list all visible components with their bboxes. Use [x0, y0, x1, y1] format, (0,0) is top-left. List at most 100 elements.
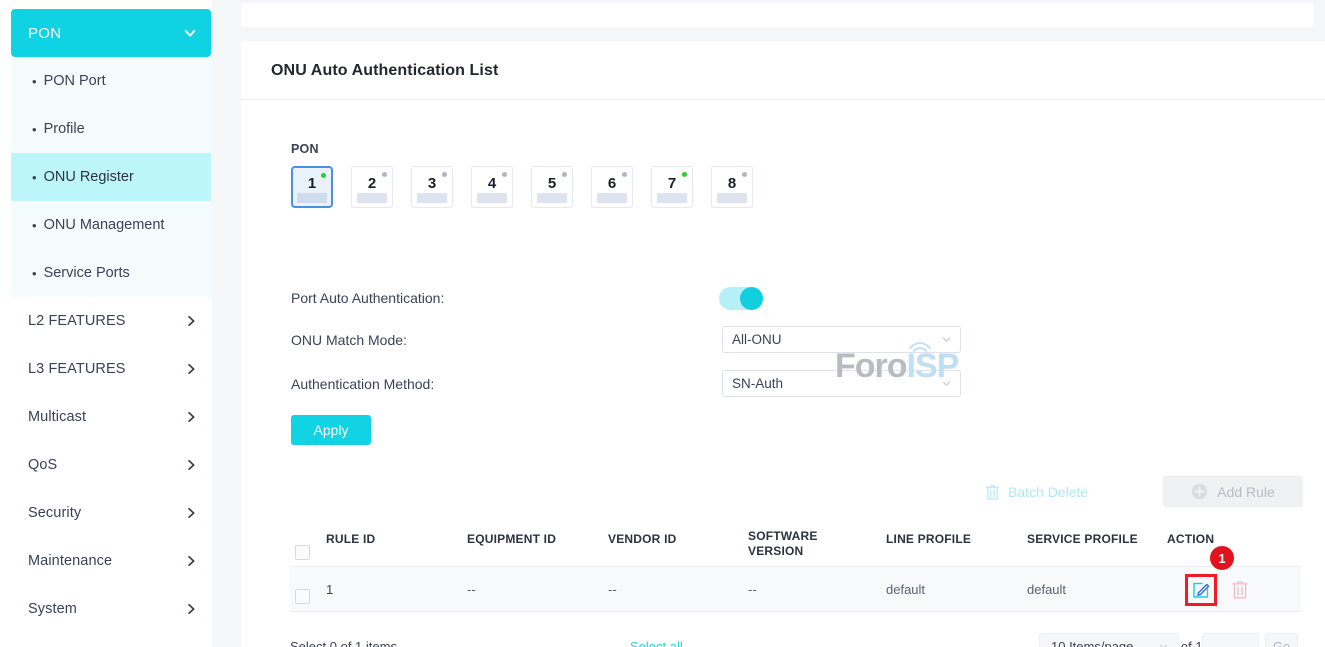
sidebar-item-security[interactable]: Security: [11, 489, 211, 537]
pon-port-number: 4: [472, 175, 512, 192]
sidebar-item-label: Maintenance: [28, 553, 112, 569]
pon-port-tile-7[interactable]: 7: [651, 166, 693, 208]
port-auto-auth-label: Port Auto Authentication:: [291, 290, 444, 306]
pon-port-tile-2[interactable]: 2: [351, 166, 393, 208]
sidebar-item-onu-register[interactable]: • ONU Register: [11, 153, 211, 201]
sidebar-group-pon[interactable]: PON: [11, 9, 211, 57]
chevron-right-icon: [185, 459, 197, 471]
pon-port-bar: [657, 193, 687, 203]
batch-delete-label: Batch Delete: [1008, 484, 1088, 500]
page-number-input[interactable]: [1202, 633, 1259, 647]
sidebar-item-profile[interactable]: • Profile: [11, 105, 211, 153]
pon-section-label: PON: [291, 142, 319, 156]
onu-match-mode-select[interactable]: All-ONU: [722, 326, 961, 353]
select-all-link[interactable]: Select all: [630, 639, 683, 647]
table-header-row: RULE ID EQUIPMENT ID VENDOR ID SOFTWARE …: [290, 521, 1301, 567]
pon-port-number: 1: [293, 175, 331, 192]
select-all-checkbox[interactable]: [295, 545, 310, 560]
sidebar-item-multicast[interactable]: Multicast: [11, 393, 211, 441]
chevron-right-icon: [185, 411, 197, 423]
rules-table: RULE ID EQUIPMENT ID VENDOR ID SOFTWARE …: [290, 521, 1301, 612]
page-size-select[interactable]: 10 Items/page: [1039, 633, 1179, 647]
bullet-icon: •: [32, 267, 37, 280]
chevron-right-icon: [185, 555, 197, 567]
sidebar-item-label: ONU Register: [44, 169, 134, 185]
pon-port-tile-4[interactable]: 4: [471, 166, 513, 208]
pon-port-number: 6: [592, 175, 632, 192]
column-header-vendor-id: VENDOR ID: [608, 532, 676, 547]
column-header-action: ACTION: [1167, 532, 1214, 547]
pon-port-selector: 1 2 3 4 5: [291, 166, 771, 208]
apply-button[interactable]: Apply: [291, 415, 371, 445]
sidebar-item-l2-features[interactable]: L2 FEATURES: [11, 297, 211, 345]
sidebar-group-label: PON: [28, 25, 61, 42]
chevron-down-icon: [941, 378, 952, 389]
add-rule-button[interactable]: Add Rule: [1163, 476, 1303, 507]
bullet-icon: •: [32, 123, 37, 136]
sidebar-item-maintenance[interactable]: Maintenance: [11, 537, 211, 585]
pon-port-bar: [357, 193, 387, 203]
sidebar-item-service-ports[interactable]: • Service Ports: [11, 249, 211, 297]
status-dot-icon: [622, 172, 627, 177]
sidebar-item-label: Profile: [44, 121, 85, 137]
pon-port-tile-6[interactable]: 6: [591, 166, 633, 208]
cell-vendor-id: --: [608, 582, 617, 597]
cell-rule-id: 1: [326, 582, 333, 597]
plus-circle-icon: [1191, 483, 1208, 500]
bullet-icon: •: [32, 219, 37, 232]
column-header-equipment-id: EQUIPMENT ID: [467, 532, 556, 547]
sidebar-item-label: Service Ports: [44, 265, 130, 281]
status-dot-icon: [321, 173, 326, 178]
sidebar-item-onu-management[interactable]: • ONU Management: [11, 201, 211, 249]
pon-port-number: 8: [712, 175, 752, 192]
cell-software-version: --: [748, 582, 757, 597]
sidebar-item-l3-features[interactable]: L3 FEATURES: [11, 345, 211, 393]
column-header-line-profile: LINE PROFILE: [886, 532, 971, 547]
chevron-right-icon: [185, 363, 197, 375]
chevron-down-icon: [1158, 641, 1169, 647]
row-select-checkbox[interactable]: [295, 589, 310, 604]
pon-port-tile-1[interactable]: 1: [291, 166, 333, 208]
table-row[interactable]: 1 -- -- -- default default 1: [290, 567, 1301, 612]
chevron-right-icon: [185, 603, 197, 615]
pon-port-bar: [537, 193, 567, 203]
cell-line-profile: default: [886, 582, 925, 597]
edit-icon[interactable]: [1191, 580, 1211, 600]
status-dot-icon: [742, 172, 747, 177]
pon-port-tile-5[interactable]: 5: [531, 166, 573, 208]
pon-port-bar: [717, 193, 747, 203]
pon-port-number: 3: [412, 175, 452, 192]
chevron-right-icon: [185, 315, 197, 327]
authentication-method-select[interactable]: SN-Auth: [722, 370, 961, 397]
sidebar-item-pon-port[interactable]: • PON Port: [11, 57, 211, 105]
sidebar-item-system[interactable]: System: [11, 585, 211, 633]
pon-port-number: 5: [532, 175, 572, 192]
pon-port-tile-8[interactable]: 8: [711, 166, 753, 208]
pon-port-bar: [417, 193, 447, 203]
port-auto-auth-toggle[interactable]: [719, 287, 763, 310]
batch-delete-button[interactable]: Batch Delete: [985, 479, 1088, 505]
add-rule-label: Add Rule: [1217, 484, 1275, 500]
sidebar-item-label: ONU Management: [44, 217, 165, 233]
sidebar-scrollbar[interactable]: [212, 0, 222, 647]
pon-port-bar: [297, 193, 327, 203]
delete-icon[interactable]: [1231, 580, 1249, 600]
column-header-software-version: SOFTWARE VERSION: [748, 529, 818, 559]
sidebar: PON • PON Port • Profile • ONU Register …: [0, 0, 222, 647]
main-content: ONU Auto Authentication List PON 1 2 3 4: [222, 0, 1325, 647]
sidebar-item-label: PON Port: [44, 73, 106, 89]
status-dot-icon: [682, 172, 687, 177]
select-value: All-ONU: [732, 332, 782, 347]
pon-port-number: 2: [352, 175, 392, 192]
title-divider: [241, 99, 1325, 100]
trash-icon: [985, 484, 1000, 501]
sidebar-item-qos[interactable]: QoS: [11, 441, 211, 489]
pon-port-bar: [477, 193, 507, 203]
pon-port-bar: [597, 193, 627, 203]
pon-port-tile-3[interactable]: 3: [411, 166, 453, 208]
selection-count: Select 0 of 1 items: [290, 639, 397, 647]
go-button[interactable]: Go: [1265, 633, 1298, 647]
status-dot-icon: [442, 172, 447, 177]
status-dot-icon: [382, 172, 387, 177]
toggle-knob: [740, 287, 763, 310]
